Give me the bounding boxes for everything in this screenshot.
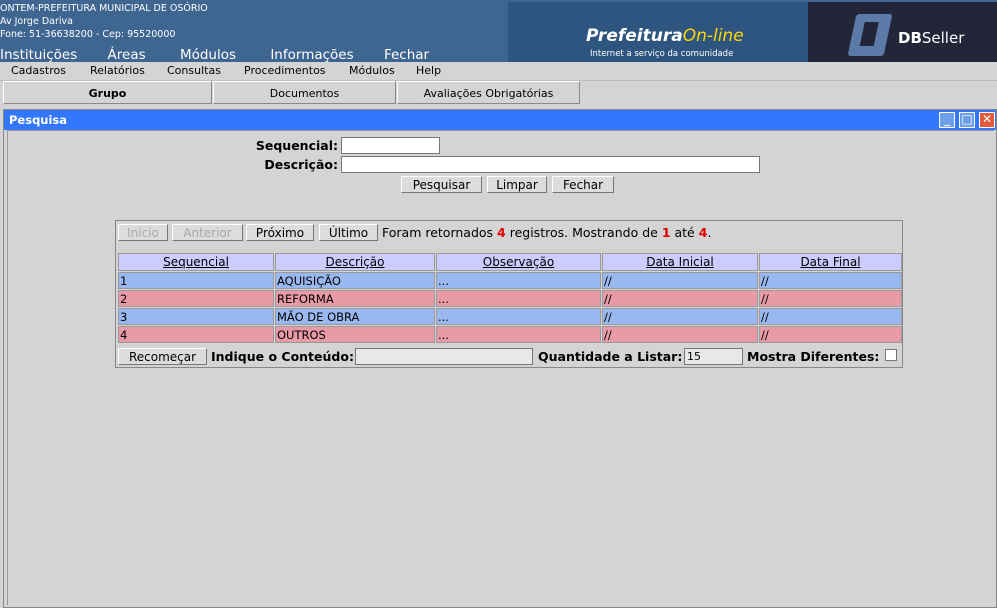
proximo-button[interactable]: Próximo <box>246 224 314 241</box>
pesquisar-button[interactable]: Pesquisar <box>401 176 482 193</box>
descricao-input[interactable] <box>341 156 760 173</box>
search-window: Pesquisa _ □ ✕ Sequencial: Descrição: Pe… <box>3 109 997 608</box>
col-sequencial-header[interactable]: Sequencial <box>118 253 274 271</box>
top-menu-instituicoes[interactable]: Instituições <box>0 47 77 62</box>
top-menu-informacoes[interactable]: Informações <box>270 47 353 62</box>
tab-avaliacoes-obrigatorias[interactable]: Avaliações Obrigatórias <box>397 81 580 104</box>
inicio-button[interactable]: Início <box>118 224 168 241</box>
anterior-button[interactable]: Anterior <box>172 224 243 241</box>
brand-logo-text: PrefeituraOn-line <box>586 26 744 46</box>
app-header: ONTEM-PREFEITURA MUNICIPAL DE OSÓRIO Av … <box>0 0 997 62</box>
quantidade-input[interactable] <box>684 348 743 365</box>
window-titlebar[interactable]: Pesquisa _ □ ✕ <box>4 110 996 130</box>
conteudo-label: Indique o Conteúdo: <box>211 349 354 364</box>
org-address: Av Jorge Dariva <box>0 16 73 27</box>
vendor-logo: DBSeller <box>808 2 997 62</box>
cell-data-inicial[interactable]: // <box>602 326 758 343</box>
diferentes-label: Mostra Diferentes: <box>747 349 880 364</box>
org-name: ONTEM-PREFEITURA MUNICIPAL DE OSÓRIO <box>0 3 208 14</box>
menu-modulos[interactable]: Módulos <box>349 64 395 77</box>
recomecar-button[interactable]: Recomeçar <box>118 348 207 365</box>
top-menu: Instituições Áreas Módulos Informações F… <box>0 47 455 62</box>
dbseller-logo-icon <box>847 14 893 56</box>
menu-relatorios[interactable]: Relatórios <box>90 64 145 77</box>
results-panel: Início Anterior Próximo Último Foram ret… <box>115 220 903 368</box>
cell-sequencial[interactable]: 4 <box>118 326 274 343</box>
range-from: 1 <box>661 225 671 240</box>
results-info: Foram retornados 4 registros. Mostrando … <box>382 225 712 240</box>
cell-observacao[interactable]: ... <box>436 272 601 289</box>
col-data-inicial-header[interactable]: Data Inicial <box>602 253 758 271</box>
tab-grupo[interactable]: Grupo <box>3 81 212 104</box>
maximize-icon[interactable]: □ <box>959 112 975 128</box>
cell-observacao[interactable]: ... <box>436 326 601 343</box>
diferentes-checkbox[interactable] <box>885 349 897 361</box>
top-menu-areas[interactable]: Áreas <box>108 47 146 62</box>
tab-strip: Grupo Documentos Avaliações Obrigatórias <box>0 80 997 106</box>
menu-procedimentos[interactable]: Procedimentos <box>244 64 326 77</box>
descricao-label: Descrição: <box>264 157 338 172</box>
top-menu-fechar[interactable]: Fechar <box>384 47 429 62</box>
cell-data-final[interactable]: // <box>759 326 902 343</box>
brand-banner: PrefeituraOn-line Internet a serviço da … <box>508 2 808 62</box>
cell-sequencial[interactable]: 2 <box>118 290 274 307</box>
minimize-icon[interactable]: _ <box>939 112 955 128</box>
limpar-button[interactable]: Limpar <box>487 176 547 193</box>
fechar-button[interactable]: Fechar <box>552 176 614 193</box>
cell-data-final[interactable]: // <box>759 308 902 325</box>
conteudo-input[interactable] <box>355 348 533 365</box>
vendor-name: DBSeller <box>898 29 965 47</box>
sequencial-label: Sequencial: <box>255 138 338 153</box>
close-icon[interactable]: ✕ <box>979 112 995 128</box>
org-info: ONTEM-PREFEITURA MUNICIPAL DE OSÓRIO Av … <box>0 2 208 41</box>
cell-descricao[interactable]: AQUISIÇÃO <box>275 272 435 289</box>
org-phone: Fone: 51-36638200 - Cep: 95520000 <box>0 29 176 40</box>
cell-descricao[interactable]: REFORMA <box>275 290 435 307</box>
cell-descricao[interactable]: OUTROS <box>275 326 435 343</box>
quantidade-label: Quantidade a Listar: <box>538 349 683 364</box>
ultimo-button[interactable]: Último <box>319 224 378 241</box>
cell-sequencial[interactable]: 1 <box>118 272 274 289</box>
col-data-final-header[interactable]: Data Final <box>759 253 902 271</box>
menu-consultas[interactable]: Consultas <box>167 64 221 77</box>
window-title: Pesquisa <box>9 113 68 127</box>
brand-tagline: Internet a serviço da comunidade <box>590 49 734 59</box>
cell-data-inicial[interactable]: // <box>602 272 758 289</box>
cell-sequencial[interactable]: 3 <box>118 308 274 325</box>
tab-documentos[interactable]: Documentos <box>213 81 396 104</box>
cell-data-final[interactable]: // <box>759 290 902 307</box>
menu-help[interactable]: Help <box>416 64 441 77</box>
cell-observacao[interactable]: ... <box>436 290 601 307</box>
col-observacao-header[interactable]: Observação <box>436 253 601 271</box>
cell-data-inicial[interactable]: // <box>602 290 758 307</box>
menu-cadastros[interactable]: Cadastros <box>11 64 66 77</box>
cell-data-inicial[interactable]: // <box>602 308 758 325</box>
total-count: 4 <box>497 225 506 240</box>
cell-observacao[interactable]: ... <box>436 308 601 325</box>
cell-descricao[interactable]: MÃO DE OBRA <box>275 308 435 325</box>
window-body: Sequencial: Descrição: Pesquisar Limpar … <box>7 130 994 605</box>
col-descricao-header[interactable]: Descrição <box>275 253 435 271</box>
top-menu-modulos[interactable]: Módulos <box>180 47 236 62</box>
menu-bar: Cadastros Relatórios Consultas Procedime… <box>0 62 997 81</box>
cell-data-final[interactable]: // <box>759 272 902 289</box>
sequencial-input[interactable] <box>341 137 440 154</box>
